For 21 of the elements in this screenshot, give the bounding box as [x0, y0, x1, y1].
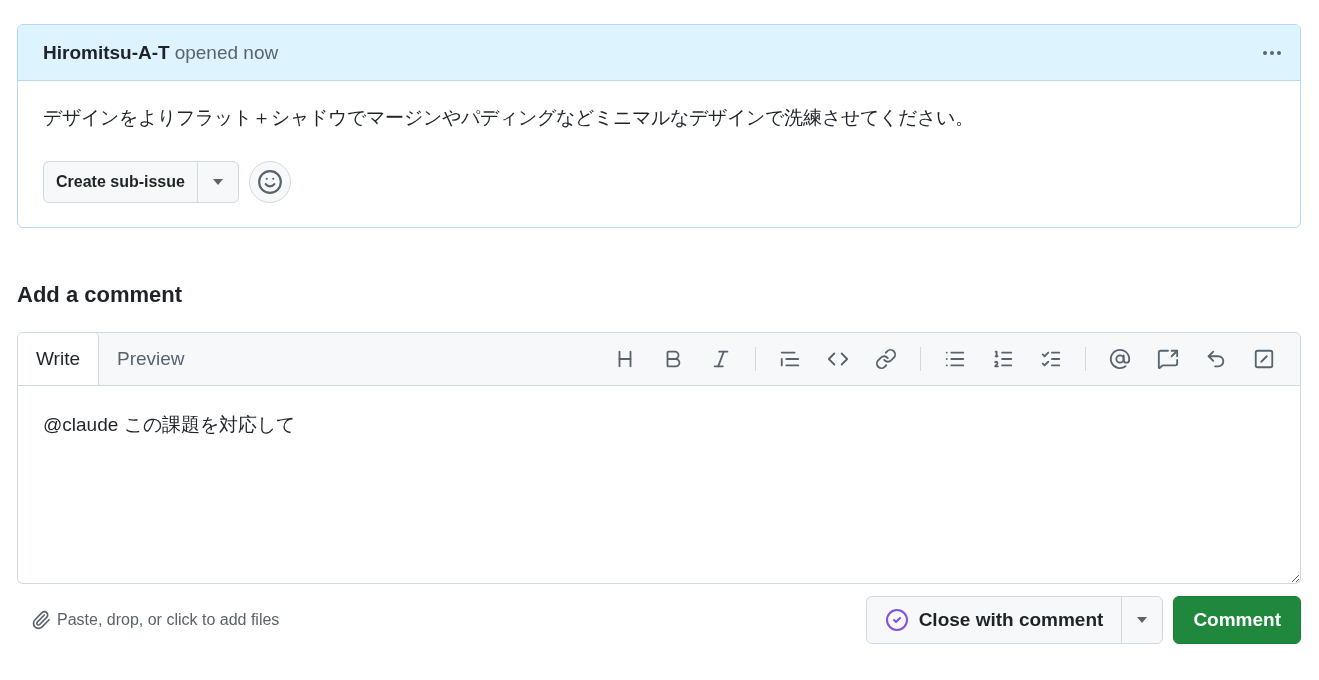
caret-icon: [212, 179, 223, 185]
smiley-icon: [256, 169, 283, 195]
issue-status: opened now: [174, 41, 279, 64]
reaction-button[interactable]: [248, 161, 291, 203]
editor-tab[interactable]: Write: [18, 333, 99, 385]
comment-button[interactable]: Comment: [1173, 596, 1301, 644]
paperclip-icon: [31, 610, 51, 630]
create-sub-issue-button[interactable]: Create sub-issue: [44, 162, 198, 202]
attach-files-hint[interactable]: Paste, drop, or click to add files: [57, 611, 280, 629]
check-circle-icon: [884, 608, 909, 632]
comment-input-field[interactable]: @claude この課題を対応して: [17, 386, 1301, 584]
reference-icon: [1157, 347, 1179, 370]
issue-body: デザインをよりフラット＋シャドウでマージンやパディングなどミニマルなデザインで洗練させてください。: [43, 106, 975, 130]
mention-icon: [1109, 347, 1131, 370]
link-icon: [875, 347, 897, 370]
caret-icon: [1137, 617, 1148, 623]
editor-tab[interactable]: Preview: [99, 333, 204, 385]
slash-command-icon: [1253, 347, 1275, 370]
author-name[interactable]: Hiromitsu-A-T: [43, 41, 170, 64]
comment-heading: Add a comment: [17, 282, 184, 308]
close-with-comment-button[interactable]: Close with comment: [866, 597, 1123, 643]
